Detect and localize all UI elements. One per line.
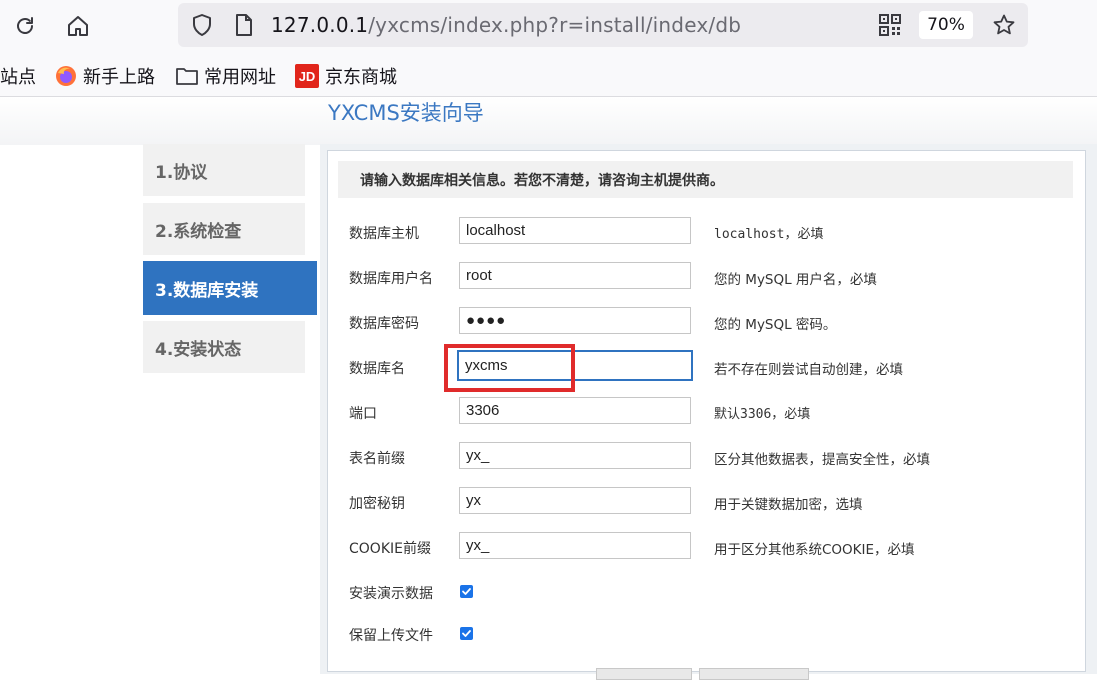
field-hint: 若不存在则尝试自动创建，必填	[714, 362, 903, 378]
check-icon	[462, 588, 471, 595]
bookmark-item[interactable]: 常用网址	[176, 63, 276, 89]
db-port-input[interactable]	[459, 397, 691, 424]
field-hint: 您的 MySQL 密码。	[714, 317, 837, 333]
db-password-input[interactable]	[459, 307, 691, 334]
check-icon	[462, 630, 471, 637]
field-label: 加密秘钥	[349, 496, 405, 512]
db-host-input[interactable]	[459, 217, 691, 244]
zoom-level[interactable]: 70%	[919, 11, 973, 39]
bookmark-label: 新手上路	[83, 67, 155, 88]
form-notice: 请输入数据库相关信息。若您不清楚，请咨询主机提供商。	[338, 161, 1073, 198]
bookmark-label: 站点	[0, 67, 36, 88]
page-icon[interactable]	[233, 13, 255, 41]
checkbox-label: 安装演示数据	[349, 586, 433, 602]
field-hint: 默认3306，必填	[714, 407, 811, 422]
folder-icon	[176, 66, 198, 86]
encryption-key-input[interactable]	[459, 487, 691, 514]
field-hint: 用于区分其他系统COOKIE，必填	[714, 542, 915, 558]
install-panel: 请输入数据库相关信息。若您不清楚，请咨询主机提供商。 数据库主机 localho…	[320, 144, 1097, 674]
bookmark-item[interactable]: 站点	[0, 63, 36, 89]
install-demo-data-checkbox[interactable]	[460, 585, 473, 598]
highlight-annotation	[444, 344, 575, 392]
qr-code-icon[interactable]	[878, 13, 902, 41]
browser-toolbar: 127.0.0.1/yxcms/index.php?r=install/inde…	[0, 0, 1097, 52]
bookmark-item[interactable]: 新手上路	[55, 63, 155, 89]
step-system-check[interactable]: 2.系统检查	[143, 203, 305, 255]
bookmarks-bar: 站点 新手上路 常用网址 JD 京东商城	[0, 52, 1097, 97]
checkbox-label: 保留上传文件	[349, 628, 433, 644]
bookmark-label: 京东商城	[325, 67, 397, 88]
field-label: 数据库主机	[349, 226, 419, 242]
field-label: 端口	[349, 406, 377, 422]
page-title: YXCMS安装向导	[328, 101, 484, 125]
database-form: 请输入数据库相关信息。若您不清楚，请咨询主机提供商。 数据库主机 localho…	[327, 150, 1086, 672]
jd-logo-icon: JD	[295, 64, 319, 88]
shield-icon[interactable]	[190, 13, 214, 41]
home-icon[interactable]	[61, 9, 95, 43]
field-hint: 用于关键数据加密，选填	[714, 497, 863, 513]
bookmark-item[interactable]: JD 京东商城	[295, 63, 397, 89]
url-bar[interactable]: 127.0.0.1/yxcms/index.php?r=install/inde…	[178, 3, 1028, 47]
field-label: 表名前缀	[349, 451, 405, 467]
db-user-input[interactable]	[459, 262, 691, 289]
firefox-icon	[55, 65, 77, 87]
page-header-band	[0, 97, 1097, 145]
field-label: 数据库密码	[349, 316, 419, 332]
step-install-status[interactable]: 4.安装状态	[143, 321, 305, 373]
field-label: 数据库名	[349, 361, 405, 377]
svg-text:JD: JD	[299, 69, 316, 84]
previous-step-button[interactable]	[596, 668, 692, 680]
bookmark-label: 常用网址	[204, 67, 276, 88]
field-label: 数据库用户名	[349, 271, 433, 287]
field-hint: 您的 MySQL 用户名，必填	[714, 272, 877, 288]
step-database-install[interactable]: 3.数据库安装	[143, 261, 317, 315]
star-icon[interactable]	[992, 13, 1016, 41]
field-label: COOKIE前缀	[349, 541, 431, 557]
url-text[interactable]: 127.0.0.1/yxcms/index.php?r=install/inde…	[271, 13, 741, 37]
field-hint: 区分其他数据表，提高安全性，必填	[714, 452, 930, 468]
step-agreement[interactable]: 1.协议	[143, 144, 305, 196]
next-step-button[interactable]	[699, 668, 809, 680]
table-prefix-input[interactable]	[459, 442, 691, 469]
reload-icon[interactable]	[8, 9, 42, 43]
field-hint: localhost，必填	[714, 227, 824, 242]
keep-uploads-checkbox[interactable]	[460, 627, 473, 640]
cookie-prefix-input[interactable]	[459, 532, 691, 559]
